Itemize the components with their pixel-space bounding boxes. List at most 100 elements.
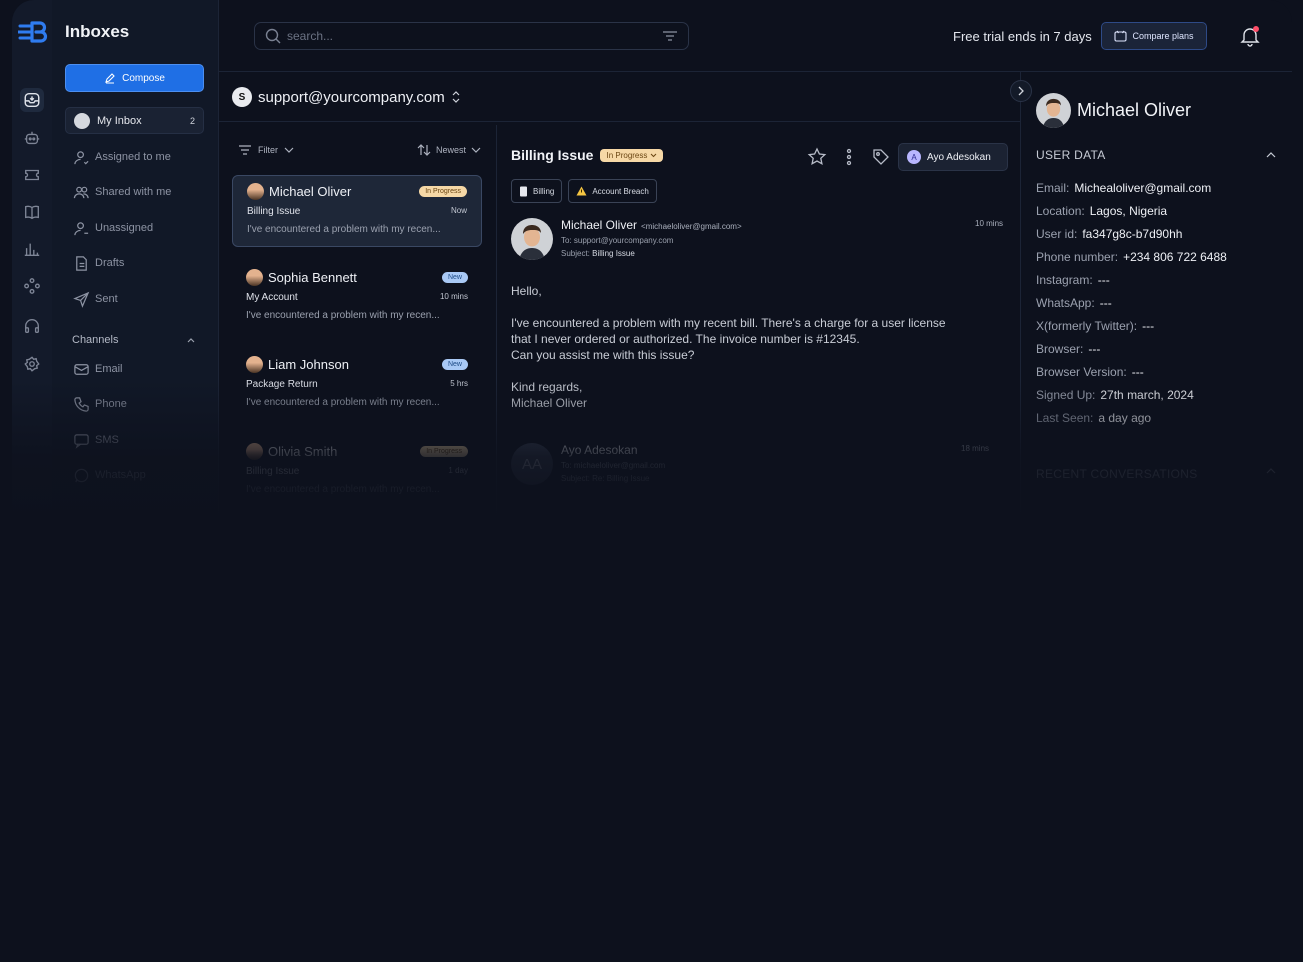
thread-actions	[807, 147, 891, 167]
sidebar-item-drafts[interactable]: Drafts	[73, 253, 124, 273]
assignee-selector[interactable]: A Ayo Adesokan	[898, 143, 1008, 171]
sidebar-item-shared[interactable]: Shared with me	[73, 182, 171, 202]
sidebar-item-my-inbox[interactable]: My Inbox 2	[65, 107, 204, 134]
field-value: 27th march, 2024	[1100, 388, 1194, 402]
trial-notice: Free trial ends in 7 days	[953, 29, 1092, 44]
avatar	[246, 442, 263, 460]
account-avatar: S	[232, 87, 252, 107]
message-body-line: Can you assist me with this issue?	[511, 348, 695, 362]
settings-icon[interactable]	[20, 352, 44, 376]
warning-icon	[576, 186, 587, 196]
chevron-up-icon	[1266, 468, 1276, 474]
field-label: Phone number:	[1036, 250, 1119, 264]
filter-lines-icon[interactable]	[662, 30, 678, 42]
message-body-line: that I never ordered or authorized. The …	[511, 332, 860, 346]
list-toolbar: Filter Newest	[238, 143, 481, 157]
contact-name: Michael Oliver	[1077, 100, 1192, 120]
collapse-panel-button[interactable]	[1010, 80, 1032, 102]
sort-control[interactable]: Newest	[417, 143, 481, 157]
user-data-heading[interactable]: USER DATA	[1036, 148, 1276, 162]
reply-subject: Subject: Re: Billing Issue	[561, 474, 650, 483]
conversation-preview: I've encountered a problem with my recen…	[246, 484, 440, 495]
ticket-nav-icon[interactable]	[20, 163, 44, 187]
channel-whatsapp[interactable]: WhatsApp	[73, 465, 146, 485]
conversation-item[interactable]: Olivia Smith In Progress Billing Issue 1 d…	[232, 436, 482, 508]
conversation-preview: I've encountered a problem with my recen…	[246, 310, 440, 321]
send-icon	[73, 291, 90, 308]
account-switcher[interactable]: S support@yourcompany.com	[232, 86, 461, 108]
field-label: Email:	[1036, 181, 1070, 195]
chevron-down-icon	[651, 153, 657, 157]
sidebar-item-label: My Inbox	[97, 114, 142, 127]
user-field: X(formerly Twitter): ---	[1036, 319, 1154, 333]
analytics-icon[interactable]	[20, 237, 44, 261]
compose-button[interactable]: Compose	[65, 64, 204, 92]
sidebar-item-assigned[interactable]: Assigned to me	[73, 147, 171, 167]
channel-email[interactable]: Email	[73, 359, 123, 379]
sender-email: <michaeloliver@gmail.com>	[641, 222, 742, 231]
tag-label: Billing	[533, 186, 555, 196]
integrations-icon[interactable]	[20, 274, 44, 298]
search-placeholder: search...	[287, 29, 334, 43]
avatar	[247, 182, 264, 200]
channels-heading[interactable]: Channels	[72, 334, 196, 346]
avatar	[74, 112, 90, 129]
message-subject-line: Subject: Billing Issue	[561, 249, 635, 258]
thread-header: Billing Issue In Progress	[511, 147, 664, 163]
inbox-nav-icon[interactable]	[20, 88, 44, 112]
more-vertical-icon[interactable]	[839, 147, 859, 167]
channel-phone[interactable]: Phone	[73, 394, 127, 414]
channel-sms[interactable]: SMS	[73, 430, 119, 450]
star-icon[interactable]	[807, 147, 827, 167]
compare-plans-button[interactable]: Compare plans	[1101, 22, 1207, 50]
subject-value: Billing Issue	[592, 249, 635, 258]
user-field: WhatsApp: ---	[1036, 296, 1112, 310]
conversation-item[interactable]: Sophia Bennett New My Account 10 mins I've…	[232, 262, 482, 334]
user-field: User id: fa347g8c-b7d90hh	[1036, 227, 1182, 241]
notification-bell-icon[interactable]	[1239, 25, 1261, 47]
knowledge-base-icon[interactable]	[20, 200, 44, 224]
whatsapp-icon	[74, 468, 89, 482]
tag-billing[interactable]: Billing	[511, 179, 563, 203]
search-icon	[265, 28, 281, 44]
chevron-right-icon	[1018, 86, 1024, 96]
empty-area	[12, 515, 1292, 962]
sort-label: Newest	[435, 145, 466, 155]
subject-label: Subject:	[561, 249, 590, 258]
filter-icon	[239, 145, 251, 155]
message-greeting: Hello,	[511, 284, 542, 298]
conversation-subject: Billing Issue	[247, 206, 301, 217]
field-value: ---	[1142, 319, 1155, 333]
status-badge: In Progress	[420, 445, 468, 457]
bot-nav-icon[interactable]	[20, 126, 44, 150]
conversation-time: 10 mins	[439, 292, 468, 301]
divider	[219, 121, 1020, 122]
sort-icon	[417, 144, 431, 156]
pen-icon	[105, 73, 115, 84]
user-data-title: USER DATA	[1036, 148, 1106, 162]
headset-icon[interactable]	[20, 314, 44, 338]
conversation-time: 1 day	[448, 466, 468, 475]
avatar	[246, 355, 263, 373]
recent-conversations-heading[interactable]: RECENT CONVERSATIONS	[1036, 467, 1276, 481]
chevron-up-icon	[1266, 152, 1276, 158]
sidebar-item-unassigned[interactable]: Unassigned	[73, 218, 153, 238]
filter-button[interactable]: Filter	[258, 145, 278, 155]
status-dropdown[interactable]: In Progress	[600, 148, 664, 162]
reply-recipient: To: michaeloliver@gmail.com	[561, 461, 666, 470]
tag-icon[interactable]	[871, 147, 891, 167]
tag-account-breach[interactable]: Account Breach	[568, 179, 657, 203]
contact-header: Michael Oliver	[1036, 93, 1191, 128]
thread-subject: Billing Issue	[511, 147, 594, 163]
field-value: Michealoliver@gmail.com	[1074, 181, 1212, 195]
field-label: Last Seen:	[1036, 411, 1094, 425]
conversation-time: 5 hrs	[450, 379, 468, 388]
user-field: Location: Lagos, Nigeria	[1036, 204, 1167, 218]
conversation-item[interactable]: Liam Johnson New Package Return 5 hrs I've…	[232, 349, 482, 421]
contact-name: Sophia Bennett	[268, 269, 357, 285]
sidebar-item-sent[interactable]: Sent	[73, 289, 118, 309]
search-input[interactable]: search...	[254, 22, 689, 50]
status-badge: New	[441, 358, 468, 370]
contact-name: Liam Johnson	[268, 356, 349, 372]
conversation-item[interactable]: Michael Oliver In Progress Billing Issue N…	[232, 175, 482, 247]
